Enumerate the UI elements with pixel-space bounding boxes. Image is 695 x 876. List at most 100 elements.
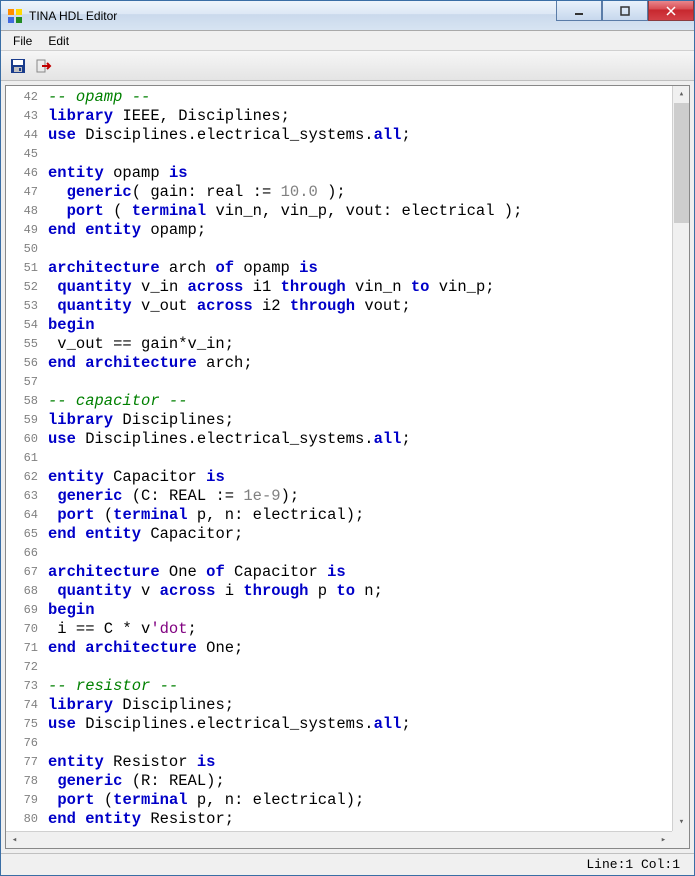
- code-text[interactable]: port ( terminal vin_n, vin_p, vout: elec…: [48, 202, 522, 221]
- code-editor[interactable]: 42-- opamp --43library IEEE, Disciplines…: [6, 86, 689, 848]
- code-text[interactable]: use Disciplines.electrical_systems.all;: [48, 715, 411, 734]
- code-line[interactable]: 42-- opamp --: [6, 88, 689, 107]
- code-line[interactable]: 52 quantity v_in across i1 through vin_n…: [6, 278, 689, 297]
- horizontal-scrollbar[interactable]: ◂ ▸: [6, 831, 672, 848]
- code-line[interactable]: 50: [6, 240, 689, 259]
- code-line[interactable]: 77entity Resistor is: [6, 753, 689, 772]
- code-text[interactable]: use Disciplines.electrical_systems.all;: [48, 430, 411, 449]
- code-line[interactable]: 58-- capacitor --: [6, 392, 689, 411]
- code-line[interactable]: 54begin: [6, 316, 689, 335]
- code-text[interactable]: generic (R: REAL);: [48, 772, 225, 791]
- code-line[interactable]: 60use Disciplines.electrical_systems.all…: [6, 430, 689, 449]
- code-text[interactable]: end entity Resistor;: [48, 810, 234, 829]
- code-text[interactable]: v_out == gain*v_in;: [48, 335, 234, 354]
- code-text[interactable]: port (terminal p, n: electrical);: [48, 506, 364, 525]
- line-number: 47: [6, 183, 48, 202]
- titlebar[interactable]: TINA HDL Editor: [1, 1, 694, 31]
- code-line[interactable]: 53 quantity v_out across i2 through vout…: [6, 297, 689, 316]
- code-line[interactable]: 51architecture arch of opamp is: [6, 259, 689, 278]
- code-text[interactable]: library Disciplines;: [48, 696, 234, 715]
- code-line[interactable]: 71end architecture One;: [6, 639, 689, 658]
- code-line[interactable]: 56end architecture arch;: [6, 354, 689, 373]
- code-line[interactable]: 72: [6, 658, 689, 677]
- code-text[interactable]: library IEEE, Disciplines;: [48, 107, 290, 126]
- code-text[interactable]: quantity v_in across i1 through vin_n to…: [48, 278, 495, 297]
- code-line[interactable]: 70 i == C * v'dot;: [6, 620, 689, 639]
- line-number: 76: [6, 734, 48, 753]
- code-line[interactable]: 78 generic (R: REAL);: [6, 772, 689, 791]
- code-line[interactable]: 62entity Capacitor is: [6, 468, 689, 487]
- code-line[interactable]: 57: [6, 373, 689, 392]
- menu-file[interactable]: File: [5, 32, 40, 50]
- code-scroll-region[interactable]: 42-- opamp --43library IEEE, Disciplines…: [6, 86, 689, 848]
- code-text[interactable]: entity Capacitor is: [48, 468, 225, 487]
- line-number: 50: [6, 240, 48, 259]
- save-button[interactable]: [7, 55, 29, 77]
- code-text[interactable]: -- resistor --: [48, 677, 178, 696]
- code-text[interactable]: entity opamp is: [48, 164, 188, 183]
- line-number: 80: [6, 810, 48, 829]
- app-icon: [7, 8, 23, 24]
- scroll-down-arrow-icon[interactable]: ▾: [673, 814, 689, 831]
- code-text[interactable]: library Disciplines;: [48, 411, 234, 430]
- code-text[interactable]: i == C * v'dot;: [48, 620, 197, 639]
- code-text[interactable]: end architecture arch;: [48, 354, 253, 373]
- code-line[interactable]: 80end entity Resistor;: [6, 810, 689, 829]
- code-line[interactable]: 69begin: [6, 601, 689, 620]
- code-line[interactable]: 59library Disciplines;: [6, 411, 689, 430]
- code-text[interactable]: begin: [48, 601, 95, 620]
- code-line[interactable]: 49end entity opamp;: [6, 221, 689, 240]
- code-line[interactable]: 63 generic (C: REAL := 1e-9);: [6, 487, 689, 506]
- code-text[interactable]: quantity v_out across i2 through vout;: [48, 297, 411, 316]
- cursor-position: Line:1 Col:1: [586, 857, 680, 872]
- code-line[interactable]: 67architecture One of Capacitor is: [6, 563, 689, 582]
- code-line[interactable]: 44use Disciplines.electrical_systems.all…: [6, 126, 689, 145]
- code-text[interactable]: architecture arch of opamp is: [48, 259, 318, 278]
- line-number: 71: [6, 639, 48, 658]
- code-line[interactable]: 68 quantity v across i through p to n;: [6, 582, 689, 601]
- minimize-button[interactable]: [556, 1, 602, 21]
- code-line[interactable]: 47 generic( gain: real := 10.0 );: [6, 183, 689, 202]
- line-number: 56: [6, 354, 48, 373]
- vertical-scrollbar[interactable]: ▴ ▾: [672, 86, 689, 831]
- code-text[interactable]: end architecture One;: [48, 639, 243, 658]
- code-text[interactable]: generic (C: REAL := 1e-9);: [48, 487, 299, 506]
- code-text[interactable]: architecture One of Capacitor is: [48, 563, 346, 582]
- line-number: 77: [6, 753, 48, 772]
- code-text[interactable]: end entity Capacitor;: [48, 525, 243, 544]
- code-line[interactable]: 66: [6, 544, 689, 563]
- line-number: 53: [6, 297, 48, 316]
- code-line[interactable]: 61: [6, 449, 689, 468]
- code-line[interactable]: 48 port ( terminal vin_n, vin_p, vout: e…: [6, 202, 689, 221]
- scrollbar-thumb[interactable]: [674, 103, 689, 223]
- code-text[interactable]: -- capacitor --: [48, 392, 188, 411]
- code-text[interactable]: end entity opamp;: [48, 221, 206, 240]
- code-line[interactable]: 76: [6, 734, 689, 753]
- code-text[interactable]: entity Resistor is: [48, 753, 215, 772]
- menu-edit[interactable]: Edit: [40, 32, 77, 50]
- code-text[interactable]: begin: [48, 316, 95, 335]
- code-line[interactable]: 79 port (terminal p, n: electrical);: [6, 791, 689, 810]
- code-text[interactable]: quantity v across i through p to n;: [48, 582, 383, 601]
- code-text[interactable]: port (terminal p, n: electrical);: [48, 791, 364, 810]
- code-line[interactable]: 74library Disciplines;: [6, 696, 689, 715]
- code-line[interactable]: 65end entity Capacitor;: [6, 525, 689, 544]
- close-button[interactable]: [648, 1, 694, 21]
- code-text[interactable]: -- opamp --: [48, 88, 150, 107]
- maximize-button[interactable]: [602, 1, 648, 21]
- scroll-right-arrow-icon[interactable]: ▸: [655, 832, 672, 848]
- code-line[interactable]: 46entity opamp is: [6, 164, 689, 183]
- code-line[interactable]: 64 port (terminal p, n: electrical);: [6, 506, 689, 525]
- scroll-up-arrow-icon[interactable]: ▴: [673, 86, 689, 103]
- code-text[interactable]: generic( gain: real := 10.0 );: [48, 183, 346, 202]
- code-line[interactable]: 75use Disciplines.electrical_systems.all…: [6, 715, 689, 734]
- code-line[interactable]: 43library IEEE, Disciplines;: [6, 107, 689, 126]
- code-line[interactable]: 55 v_out == gain*v_in;: [6, 335, 689, 354]
- code-line[interactable]: 45: [6, 145, 689, 164]
- code-text[interactable]: use Disciplines.electrical_systems.all;: [48, 126, 411, 145]
- code-line[interactable]: 73-- resistor --: [6, 677, 689, 696]
- scroll-left-arrow-icon[interactable]: ◂: [6, 832, 23, 848]
- line-number: 73: [6, 677, 48, 696]
- compile-button[interactable]: [33, 55, 55, 77]
- line-number: 45: [6, 145, 48, 164]
